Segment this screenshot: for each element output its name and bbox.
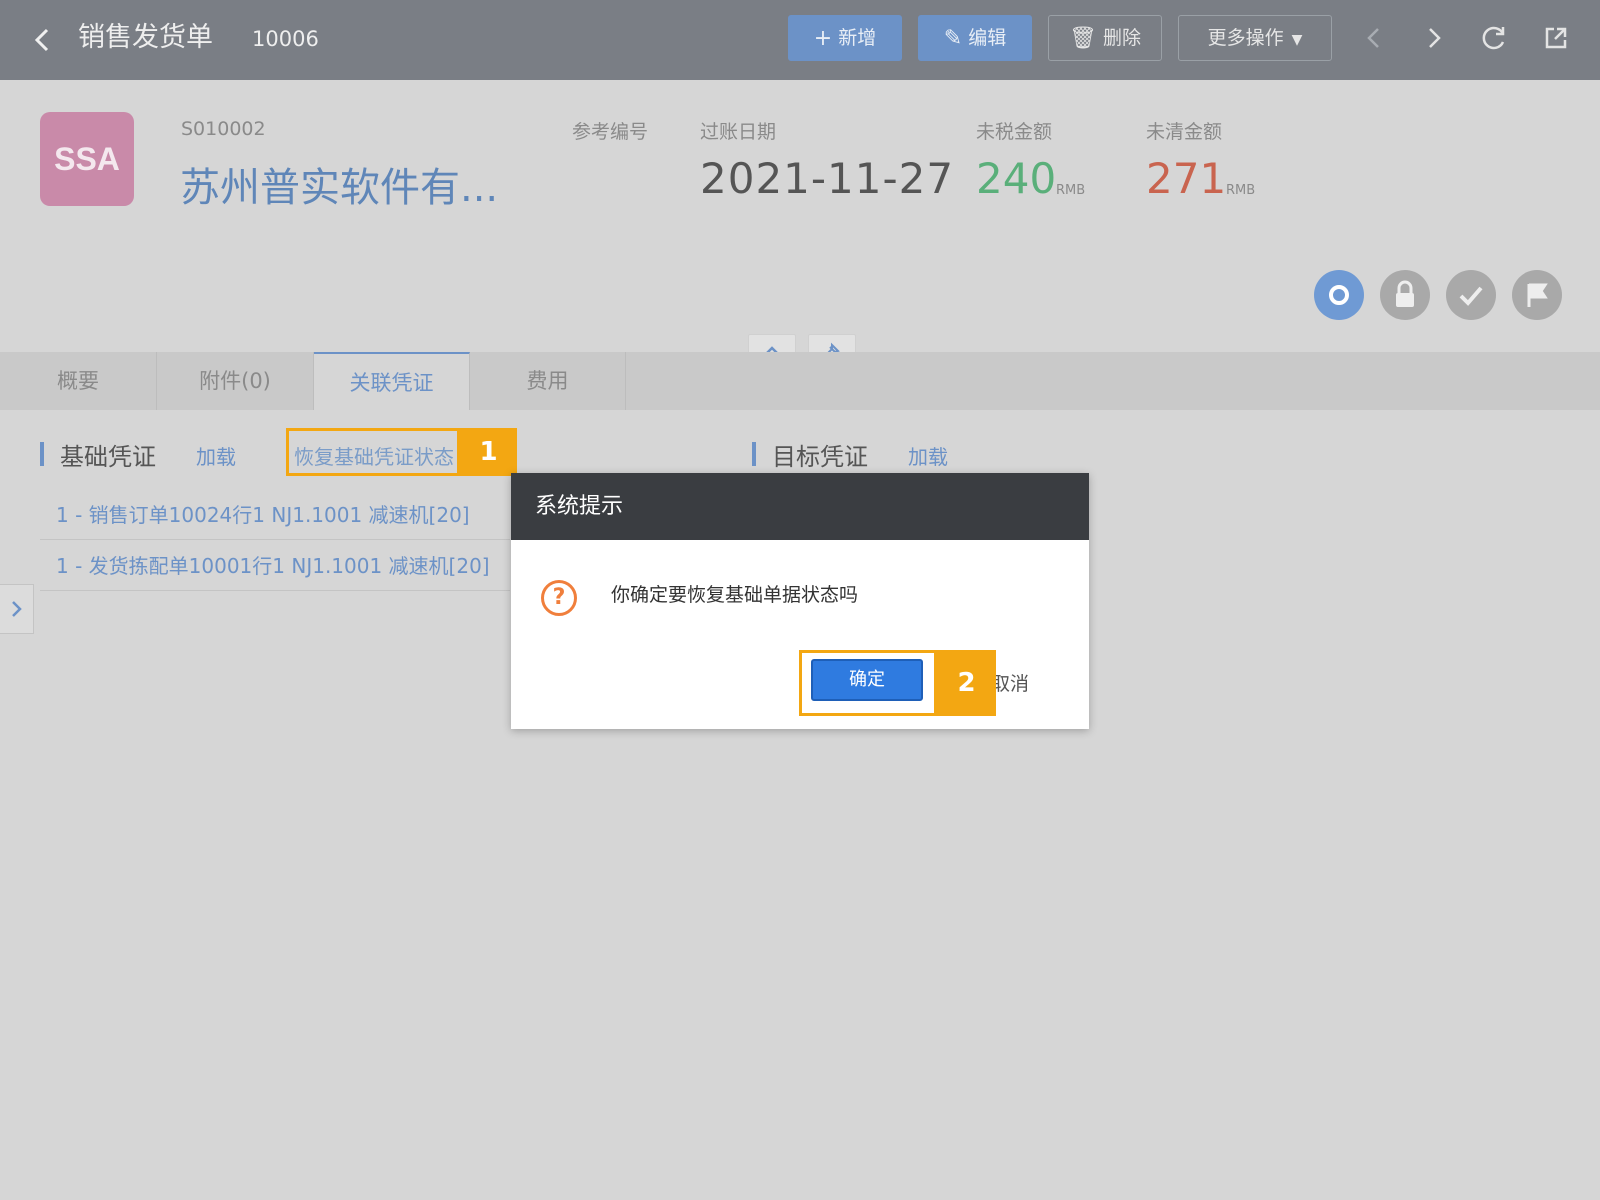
callout-number: 1 — [460, 428, 517, 476]
chevron-left-icon — [34, 28, 49, 52]
callout-highlight — [799, 650, 937, 716]
lock-icon[interactable] — [1380, 270, 1430, 320]
untaxed-currency: RMB — [1056, 183, 1086, 198]
section-marker — [752, 442, 756, 466]
cancel-button[interactable]: 取消 — [991, 669, 1029, 696]
caret-down-icon: ▼ — [1291, 32, 1303, 48]
plus-icon: + — [813, 26, 833, 51]
check-icon[interactable] — [1446, 270, 1496, 320]
dialog-title: 系统提示 — [511, 473, 1089, 540]
next-icon[interactable] — [1416, 20, 1452, 56]
tab-overview[interactable]: 概要 — [0, 352, 157, 410]
ref-number-label: 参考编号 — [572, 121, 649, 143]
question-icon: ? — [541, 580, 577, 616]
refresh-icon[interactable] — [1476, 20, 1512, 56]
callout-highlight — [286, 428, 460, 476]
base-voucher-title: 基础凭证 — [60, 443, 156, 471]
base-voucher-load-link[interactable]: 加载 — [196, 441, 236, 470]
flag-icon[interactable] — [1512, 270, 1562, 320]
list-item[interactable]: 1 - 销售订单10024行1 NJ1.1001 减速机[20] — [40, 490, 510, 540]
outstanding-amount-label: 未清金额 — [1146, 121, 1223, 143]
untaxed-amount-value: 240 — [976, 154, 1057, 203]
customer-name[interactable]: 苏州普实软件有... — [180, 155, 498, 213]
list-item[interactable]: 1 - 发货拣配单10001行1 NJ1.1001 减速机[20] — [40, 541, 510, 591]
posting-date-label: 过账日期 — [700, 121, 777, 143]
back-icon[interactable] — [30, 22, 54, 58]
trash-icon: 🗑 — [1069, 26, 1097, 51]
dialog-message: 你确定要恢复基础单据状态吗 — [611, 584, 859, 606]
edit-icon: ✎ — [943, 26, 963, 51]
outstanding-currency: RMB — [1226, 183, 1256, 198]
page-title: 销售发货单 — [78, 22, 213, 53]
previous-icon[interactable] — [1356, 20, 1392, 56]
callout-number: 2 — [937, 650, 996, 716]
posting-date-value: 2021-11-27 — [700, 154, 955, 203]
untaxed-amount-label: 未税金额 — [976, 121, 1053, 143]
expand-sidebar-icon[interactable] — [0, 584, 34, 634]
tab-expenses[interactable]: 费用 — [470, 352, 626, 410]
edit-button[interactable]: ✎ 编辑 — [918, 15, 1032, 61]
target-voucher-load-link[interactable]: 加载 — [908, 441, 948, 470]
new-button[interactable]: + 新增 — [788, 15, 902, 61]
outstanding-amount-value: 271 — [1146, 154, 1227, 203]
avatar: SSA — [40, 112, 134, 206]
target-voucher-title: 目标凭证 — [772, 443, 868, 471]
tab-attachments[interactable]: 附件(0) — [157, 352, 314, 410]
customer-code: S010002 — [181, 118, 266, 140]
tab-related-vouchers[interactable]: 关联凭证 — [314, 352, 470, 410]
section-marker — [40, 442, 44, 466]
delete-button[interactable]: 🗑 删除 — [1048, 15, 1162, 61]
more-actions-button[interactable]: 更多操作 ▼ — [1178, 15, 1332, 61]
status-open-icon[interactable] — [1314, 270, 1364, 320]
document-number: 10006 — [252, 27, 319, 51]
share-icon[interactable] — [1538, 20, 1574, 56]
